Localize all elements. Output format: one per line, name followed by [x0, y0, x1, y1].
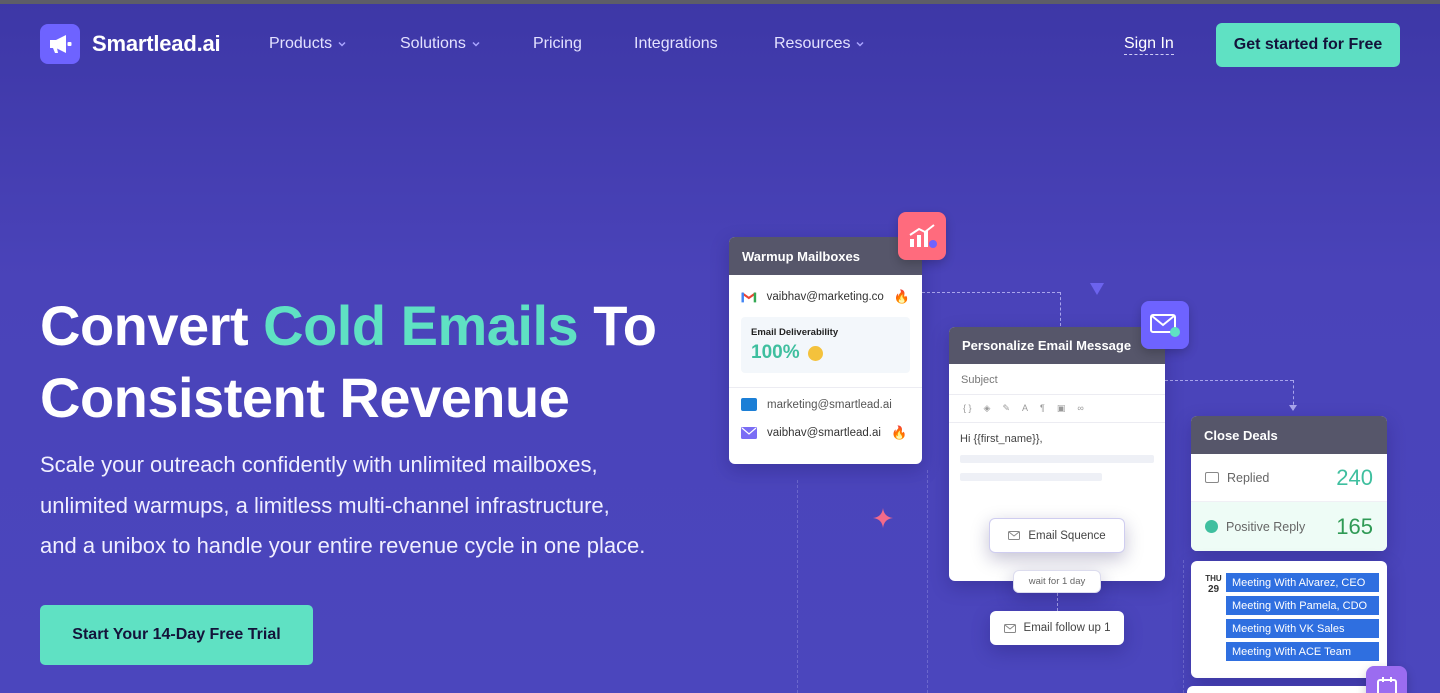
- get-started-button[interactable]: Get started for Free: [1216, 23, 1400, 67]
- warmup-card-title: Warmup Mailboxes: [729, 237, 922, 275]
- deliverability-label: Email Deliverability: [751, 327, 839, 338]
- reply-icon: [1205, 472, 1219, 483]
- calendar-day-number: 29: [1207, 584, 1220, 595]
- mail-icon: [741, 427, 757, 439]
- sign-in-link[interactable]: Sign In: [1124, 35, 1174, 55]
- subject-label: Subject: [961, 374, 998, 386]
- triangle-pointer-icon: [1090, 283, 1104, 295]
- nav-pricing-label: Pricing: [533, 35, 582, 52]
- arrow-down-icon: [1289, 405, 1297, 411]
- paragraph-icon: ¶: [1040, 403, 1045, 413]
- deliverability-box: Email Deliverability 100%: [741, 317, 910, 373]
- deliverability-value: 100%: [751, 342, 800, 363]
- personalize-card-title: Personalize Email Message: [949, 327, 1165, 364]
- chevron-down-icon: [856, 41, 865, 47]
- hero-title-line2: Consistent Revenue: [40, 366, 570, 429]
- font-icon: A: [1021, 403, 1028, 413]
- mailbox-row: vaibhav@smartlead.ai 🔥: [729, 411, 922, 441]
- link-icon: ∞: [1077, 403, 1084, 413]
- flame-icon: 🔥: [890, 425, 908, 440]
- editor-toolbar: { } ◈ ✎ A ¶ ▣ ∞: [949, 395, 1165, 422]
- meeting-item: Meeting With VK Sales: [1226, 619, 1379, 638]
- nav-products-label: Products: [269, 35, 333, 52]
- top-navigation: Smartlead.ai Products Solutions Pricing …: [0, 4, 1440, 86]
- meeting-item: Meeting With Pamela, CDO: [1226, 596, 1379, 615]
- guide-line: [797, 480, 798, 693]
- positive-reply-row: Positive Reply 165: [1191, 502, 1387, 551]
- hero-subtitle-line1: Scale your outreach confidently with unl…: [40, 452, 598, 477]
- envelope-icon: [1003, 623, 1016, 633]
- connector-line: [1060, 292, 1061, 326]
- text-placeholder-bar: [960, 473, 1102, 481]
- calendar-day-name: THU: [1205, 574, 1222, 583]
- dollar-icon: [1205, 520, 1218, 533]
- connector-line: [1165, 380, 1293, 381]
- calendar-check-icon: [1366, 666, 1407, 693]
- chevron-down-icon: [472, 41, 480, 47]
- hero-headline: Convert Cold Emails To Consistent Revenu…: [40, 290, 657, 434]
- partial-card: [1187, 686, 1387, 693]
- meeting-item: Meeting With ACE Team: [1226, 642, 1379, 661]
- wait-label: wait for 1 day: [1013, 570, 1101, 593]
- meetings-calendar-card: THU 29 Meeting With Alvarez, CEO Meeting…: [1191, 561, 1387, 678]
- replied-value: 240: [1336, 464, 1373, 490]
- hero-title-part1: Convert: [40, 294, 264, 357]
- flame-icon: 🔥: [893, 289, 910, 304]
- warmup-mailboxes-card: Warmup Mailboxes vaibhav@marketing.co 🔥 …: [729, 237, 922, 464]
- calendar-date: THU 29: [1201, 573, 1226, 678]
- brand-logo[interactable]: Smartlead.ai: [40, 24, 221, 64]
- brand-name: Smartlead.ai: [92, 31, 221, 56]
- pen-icon: ✎: [1002, 403, 1010, 413]
- gmail-icon: [741, 292, 757, 303]
- mail-check-icon: [1141, 301, 1189, 349]
- mailbox-email: vaibhav@marketing.co: [766, 291, 884, 303]
- email-followup-step: Email follow up 1: [990, 611, 1124, 645]
- connector-line: [922, 292, 1060, 293]
- hero-title-part2: To: [578, 294, 657, 357]
- sequence-label: Email Squence: [1028, 529, 1106, 542]
- hero-subtitle-line2: unlimited warmups, a limitless multi-cha…: [40, 492, 610, 518]
- hero-title-accent: Cold Emails: [263, 294, 579, 357]
- followup-label: Email follow up 1: [1023, 622, 1111, 634]
- megaphone-logo-icon: [40, 24, 80, 64]
- mailbox-email: marketing@smartlead.ai: [767, 398, 892, 411]
- nav-solutions-label: Solutions: [400, 35, 466, 52]
- smiley-icon: [807, 345, 823, 361]
- nav-pricing[interactable]: Pricing: [533, 35, 582, 53]
- hero-subtitle: Scale your outreach confidently with unl…: [40, 445, 720, 567]
- sparkle-icon: [873, 508, 893, 528]
- nav-products[interactable]: Products: [269, 35, 347, 53]
- nav-integrations-label: Integrations: [634, 35, 718, 52]
- nav-resources-label: Resources: [774, 35, 851, 52]
- mailbox-row: marketing@smartlead.ai: [729, 388, 922, 411]
- nav-integrations[interactable]: Integrations: [634, 35, 718, 53]
- mailbox-email: vaibhav@smartlead.ai: [767, 427, 881, 439]
- chevron-down-icon: [338, 41, 346, 47]
- replied-row: Replied 240: [1191, 454, 1387, 502]
- meeting-item: Meeting With Alvarez, CEO: [1226, 573, 1379, 592]
- hero-subtitle-line3: and a unibox to handle your entire reven…: [40, 533, 646, 558]
- close-deals-title: Close Deals: [1191, 416, 1387, 454]
- nav-resources[interactable]: Resources: [774, 35, 865, 53]
- growth-chart-icon: [898, 212, 946, 260]
- email-sequence-step: Email Squence: [989, 518, 1125, 553]
- guide-line: [927, 470, 928, 693]
- close-deals-card: Close Deals Replied 240 Positive Reply 1…: [1191, 416, 1387, 551]
- free-trial-button[interactable]: Start Your 14-Day Free Trial: [40, 605, 313, 665]
- email-body: Hi {{first_name}},: [960, 433, 1043, 445]
- guide-line: [1183, 560, 1184, 693]
- nav-solutions[interactable]: Solutions: [400, 35, 481, 53]
- positive-value: 165: [1336, 513, 1373, 539]
- outlook-icon: [741, 398, 757, 411]
- replied-label: Replied: [1227, 470, 1270, 485]
- envelope-icon: [1008, 531, 1021, 540]
- layers-icon: ◈: [983, 403, 991, 413]
- text-placeholder-bar: [960, 455, 1154, 463]
- braces-icon: { }: [963, 403, 972, 413]
- image-icon: ▣: [1056, 403, 1066, 413]
- mailbox-row: vaibhav@marketing.co 🔥: [729, 275, 922, 305]
- positive-label: Positive Reply: [1226, 519, 1306, 534]
